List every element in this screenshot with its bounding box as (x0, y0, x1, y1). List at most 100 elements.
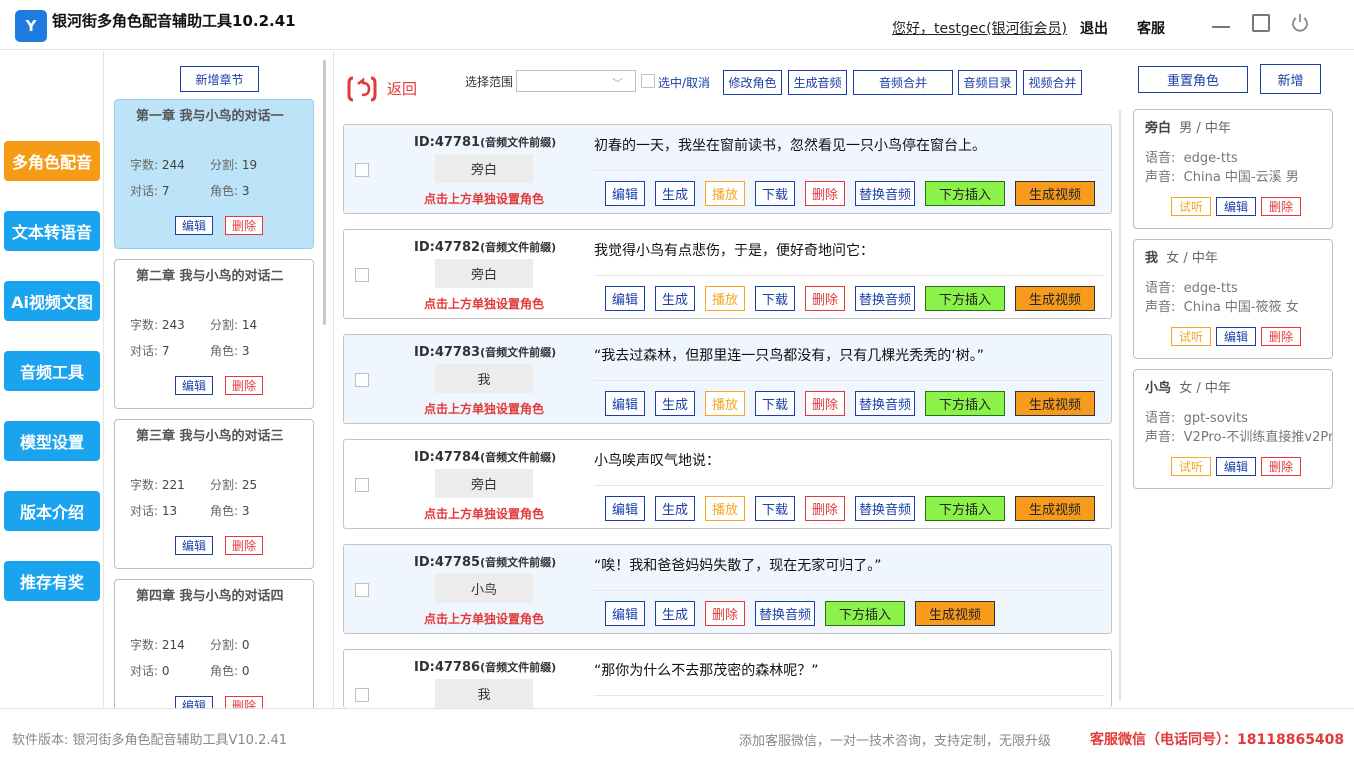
line-generate-button[interactable]: 生成 (655, 601, 695, 626)
line-generate-video-button[interactable]: 生成视频 (1015, 286, 1095, 311)
line-text[interactable]: 小鸟唉声叹气地说： (594, 450, 720, 470)
line-generate-button[interactable]: 生成 (655, 496, 695, 521)
select-all-checkbox[interactable] (641, 74, 655, 88)
line-replace-audio-button[interactable]: 替换音频 (855, 286, 915, 311)
line-download-button[interactable]: 下载 (755, 391, 795, 416)
line-text[interactable]: “那你为什么不去那茂密的森林呢？” (594, 660, 819, 680)
chapter-card[interactable]: 第三章 我与小鸟的对话三 字数: 221 分割: 25 对话: 13 角色: 3… (114, 419, 314, 569)
line-generate-button[interactable]: 生成 (655, 286, 695, 311)
user-greeting-link[interactable]: 您好，testgec(银河街会员) (892, 18, 1067, 38)
line-text[interactable]: “唉！我和爸爸妈妈失散了，现在无家可归了。” (594, 555, 882, 575)
line-text[interactable]: 初春的一天，我坐在窗前读书，忽然看见一只小鸟停在窗台上。 (594, 135, 986, 155)
minimize-icon[interactable] (1212, 26, 1230, 28)
line-replace-audio-button[interactable]: 替换音频 (855, 391, 915, 416)
line-role[interactable]: 小鸟 (435, 574, 533, 603)
line-edit-button[interactable]: 编辑 (605, 391, 645, 416)
line-play-button[interactable]: 播放 (705, 496, 745, 521)
customer-service-button[interactable]: 客服 (1137, 18, 1165, 38)
line-delete-button[interactable]: 删除 (805, 391, 845, 416)
role-edit-button[interactable]: 编辑 (1216, 327, 1256, 346)
line-replace-audio-button[interactable]: 替换音频 (855, 181, 915, 206)
line-checkbox[interactable] (355, 583, 369, 597)
line-delete-button[interactable]: 删除 (805, 496, 845, 521)
line-text[interactable]: “我去过森林，但那里连一只鸟都没有，只有几棵光秃秃的‘树。” (594, 345, 984, 365)
select-toggle-label[interactable]: 选中/取消 (658, 74, 710, 91)
line-edit-button[interactable]: 编辑 (605, 181, 645, 206)
merge-audio-button[interactable]: 音频合并 (853, 70, 953, 95)
nav-multi-role-dubbing[interactable]: 多角色配音 (4, 141, 100, 181)
add-chapter-button[interactable]: 新增章节 (180, 66, 259, 92)
line-download-button[interactable]: 下载 (755, 181, 795, 206)
line-insert-below-button[interactable]: 下方插入 (825, 601, 905, 626)
line-download-button[interactable]: 下载 (755, 286, 795, 311)
chapter-card[interactable]: 第二章 我与小鸟的对话二 字数: 243 分割: 14 对话: 7 角色: 3 … (114, 259, 314, 409)
generate-audio-button[interactable]: 生成音频 (788, 70, 847, 95)
role-edit-button[interactable]: 编辑 (1216, 457, 1256, 476)
add-role-button[interactable]: 新增 (1260, 64, 1321, 94)
line-insert-below-button[interactable]: 下方插入 (925, 496, 1005, 521)
line-insert-below-button[interactable]: 下方插入 (925, 391, 1005, 416)
maximize-icon[interactable] (1252, 14, 1270, 32)
chapter-delete-button[interactable]: 删除 (225, 376, 263, 395)
line-replace-audio-button[interactable]: 替换音频 (855, 496, 915, 521)
chapter-delete-button[interactable]: 删除 (225, 216, 263, 235)
chapter-delete-button[interactable]: 删除 (225, 536, 263, 555)
line-edit-button[interactable]: 编辑 (605, 601, 645, 626)
nav-text-to-speech[interactable]: 文本转语音 (4, 211, 100, 251)
nav-referral-reward[interactable]: 推存有奖 (4, 561, 100, 601)
line-generate-button[interactable]: 生成 (655, 181, 695, 206)
line-role[interactable]: 我 (435, 679, 533, 708)
role-edit-button[interactable]: 编辑 (1216, 197, 1256, 216)
line-generate-video-button[interactable]: 生成视频 (1015, 181, 1095, 206)
line-role[interactable]: 旁白 (435, 469, 533, 498)
chapter-edit-button[interactable]: 编辑 (175, 376, 213, 395)
line-checkbox[interactable] (355, 478, 369, 492)
nav-model-settings[interactable]: 模型设置 (4, 421, 100, 461)
line-role[interactable]: 我 (435, 364, 533, 393)
nav-version-info[interactable]: 版本介绍 (4, 491, 100, 531)
line-delete-button[interactable]: 删除 (705, 601, 745, 626)
role-delete-button[interactable]: 删除 (1261, 457, 1301, 476)
role-delete-button[interactable]: 删除 (1261, 197, 1301, 216)
line-play-button[interactable]: 播放 (705, 181, 745, 206)
nav-audio-tools[interactable]: 音频工具 (4, 351, 100, 391)
line-text[interactable]: 我觉得小鸟有点悲伤，于是，便好奇地问它： (594, 240, 874, 260)
line-insert-below-button[interactable]: 下方插入 (925, 181, 1005, 206)
chapter-scrollbar[interactable] (323, 60, 326, 325)
line-replace-audio-button[interactable]: 替换音频 (755, 601, 815, 626)
chapter-delete-button[interactable]: 删除 (225, 696, 263, 708)
nav-ai-video[interactable]: Ai视频文图 (4, 281, 100, 321)
reset-roles-button[interactable]: 重置角色 (1138, 66, 1248, 93)
back-arrow-icon[interactable] (347, 74, 377, 104)
line-edit-button[interactable]: 编辑 (605, 496, 645, 521)
role-delete-button[interactable]: 删除 (1261, 327, 1301, 346)
line-generate-video-button[interactable]: 生成视频 (1015, 496, 1095, 521)
line-play-button[interactable]: 播放 (705, 391, 745, 416)
chapter-edit-button[interactable]: 编辑 (175, 216, 213, 235)
lines-scrollbar[interactable] (1119, 110, 1121, 700)
line-checkbox[interactable] (355, 268, 369, 282)
chapter-edit-button[interactable]: 编辑 (175, 696, 213, 708)
back-button[interactable]: 返回 (387, 78, 417, 99)
line-role[interactable]: 旁白 (435, 154, 533, 183)
line-generate-video-button[interactable]: 生成视频 (915, 601, 995, 626)
line-delete-button[interactable]: 删除 (805, 286, 845, 311)
role-listen-button[interactable]: 试听 (1171, 327, 1211, 346)
merge-video-button[interactable]: 视频合并 (1023, 70, 1082, 95)
line-generate-button[interactable]: 生成 (655, 391, 695, 416)
logout-button[interactable]: 退出 (1080, 18, 1108, 38)
role-listen-button[interactable]: 试听 (1171, 457, 1211, 476)
chapter-edit-button[interactable]: 编辑 (175, 536, 213, 555)
line-checkbox[interactable] (355, 373, 369, 387)
range-select[interactable]: ﹀ (516, 70, 636, 92)
line-checkbox[interactable] (355, 688, 369, 702)
line-role[interactable]: 旁白 (435, 259, 533, 288)
line-insert-below-button[interactable]: 下方插入 (925, 286, 1005, 311)
chapter-card[interactable]: 第一章 我与小鸟的对话一 字数: 244 分割: 19 对话: 7 角色: 3 … (114, 99, 314, 249)
line-delete-button[interactable]: 删除 (805, 181, 845, 206)
line-download-button[interactable]: 下载 (755, 496, 795, 521)
line-generate-video-button[interactable]: 生成视频 (1015, 391, 1095, 416)
line-play-button[interactable]: 播放 (705, 286, 745, 311)
line-edit-button[interactable]: 编辑 (605, 286, 645, 311)
role-listen-button[interactable]: 试听 (1171, 197, 1211, 216)
